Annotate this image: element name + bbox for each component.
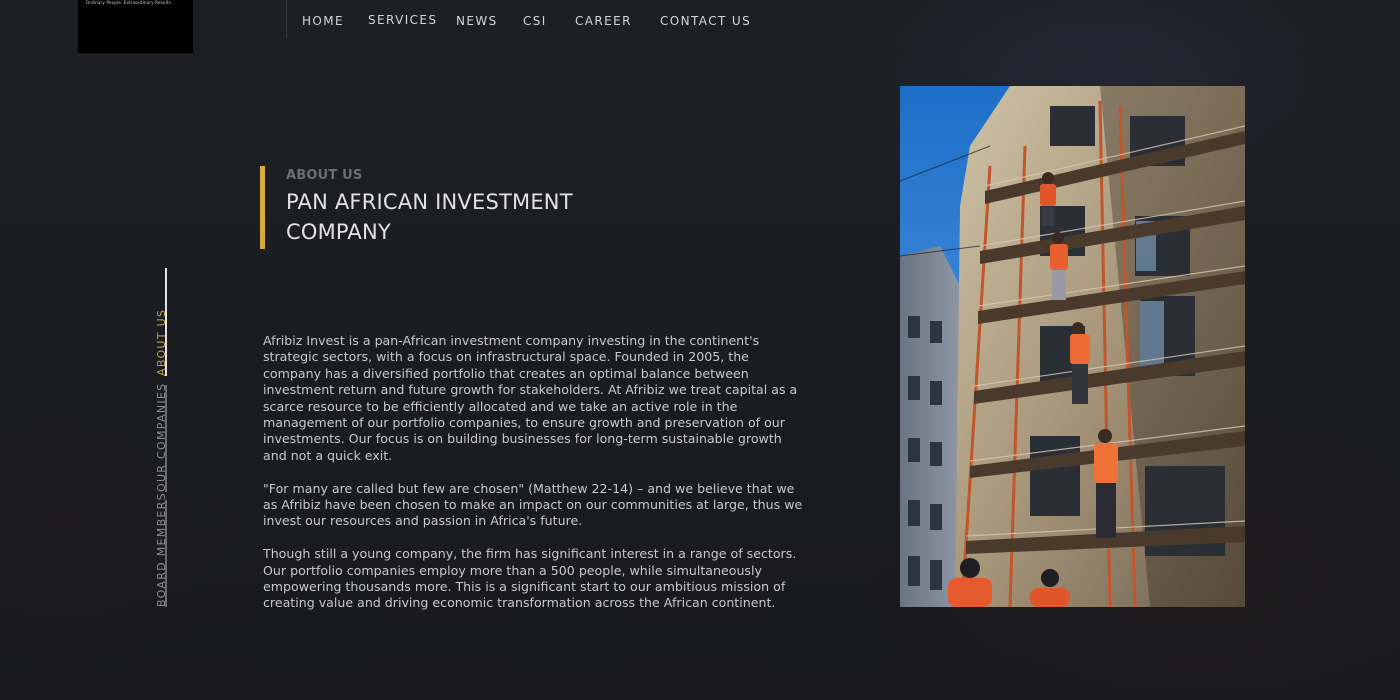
page-title: PAN AFRICAN INVESTMENT COMPANY: [286, 190, 573, 244]
side-nav-item-our-companies[interactable]: OUR COMPANIES: [155, 383, 168, 492]
nav-item-career[interactable]: CAREER: [575, 14, 632, 28]
about-paragraph: Afribiz Invest is a pan-African investme…: [263, 333, 798, 463]
scaffolding-illustration: [900, 86, 1245, 607]
side-nav-item-about-us[interactable]: ABOUT US: [155, 309, 168, 376]
side-nav-item-board-members[interactable]: BOARD MEMBERS: [155, 492, 168, 607]
about-body: Afribiz Invest is a pan-African investme…: [263, 333, 808, 628]
logo-tagline: Ordinary People. Extraordinary Results: [86, 0, 172, 5]
nav-item-csi[interactable]: CSI: [523, 14, 547, 28]
heading-accent-bar: [260, 166, 265, 249]
nav-item-home[interactable]: HOME: [302, 14, 344, 28]
nav-item-contact-us[interactable]: CONTACT US: [660, 14, 751, 28]
scaffolding-photo: [900, 86, 1245, 607]
section-eyebrow: ABOUT US: [286, 168, 363, 183]
nav-divider: [286, 0, 287, 38]
nav-item-services[interactable]: SERVICES: [368, 13, 437, 27]
nav-item-news[interactable]: NEWS: [456, 14, 498, 28]
about-paragraph: "For many are called but few are chosen"…: [263, 480, 803, 529]
about-paragraph: Though still a young company, the firm h…: [263, 546, 797, 611]
page: Ordinary People. Extraordinary Results H…: [0, 0, 1400, 700]
company-logo[interactable]: Ordinary People. Extraordinary Results: [78, 0, 193, 53]
